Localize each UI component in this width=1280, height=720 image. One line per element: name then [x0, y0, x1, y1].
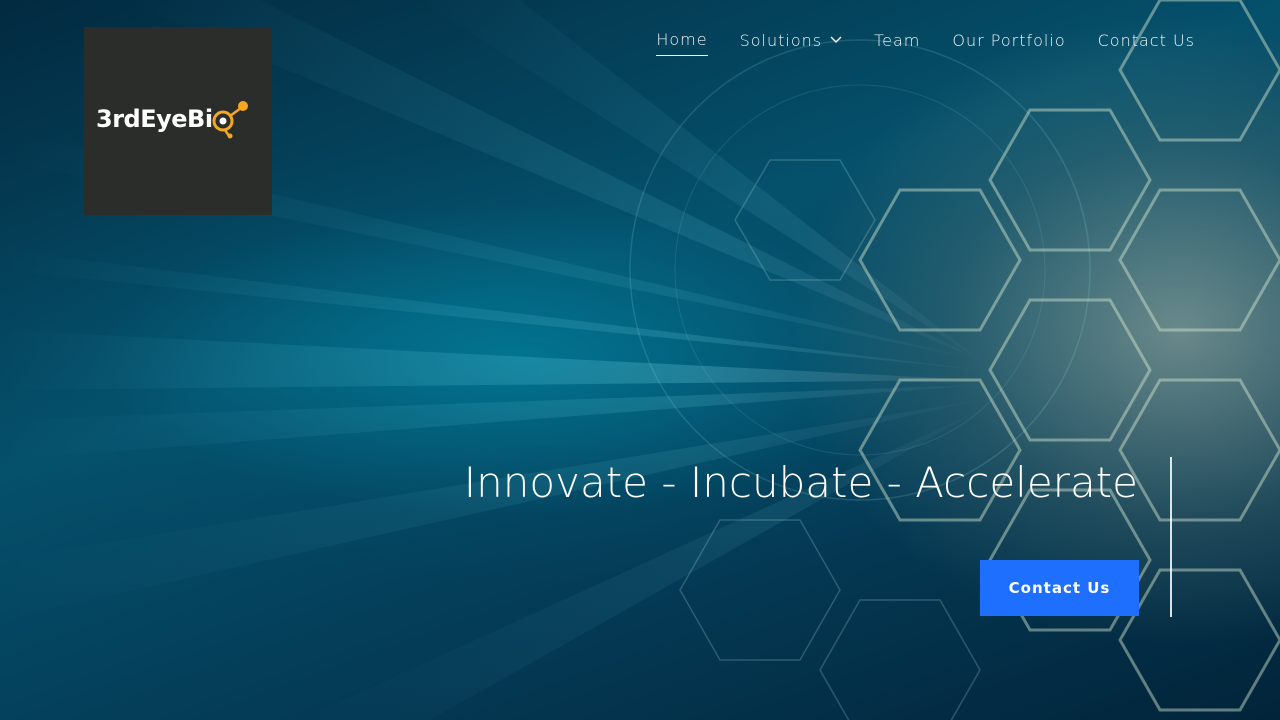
- nav-item-label: Solutions: [739, 30, 823, 50]
- logo-text: 3rdEyeBi: [96, 105, 213, 133]
- nav-item-solutions[interactable]: Solutions: [740, 31, 843, 56]
- nav-item-home[interactable]: Home: [656, 30, 708, 56]
- main-nav: Home Solutions Team Our Portfolio Contac…: [656, 30, 1195, 56]
- eye-molecule-icon: [212, 101, 248, 139]
- nav-item-team[interactable]: Team: [874, 31, 920, 56]
- nav-item-contact[interactable]: Contact Us: [1098, 31, 1195, 56]
- nav-item-label: Contact Us: [1097, 30, 1195, 50]
- hero-headline: Innovate - Incubate - Accelerate: [463, 458, 1138, 507]
- nav-item-portfolio[interactable]: Our Portfolio: [952, 31, 1065, 56]
- nav-item-label: Home: [656, 30, 708, 49]
- divider: [1170, 457, 1172, 617]
- chevron-down-icon: [830, 36, 842, 44]
- logo[interactable]: 3rdEyeBi: [84, 27, 272, 215]
- nav-item-label: Our Portfolio: [952, 30, 1066, 50]
- contact-us-button[interactable]: Contact Us: [980, 560, 1139, 616]
- nav-item-label: Team: [874, 30, 921, 50]
